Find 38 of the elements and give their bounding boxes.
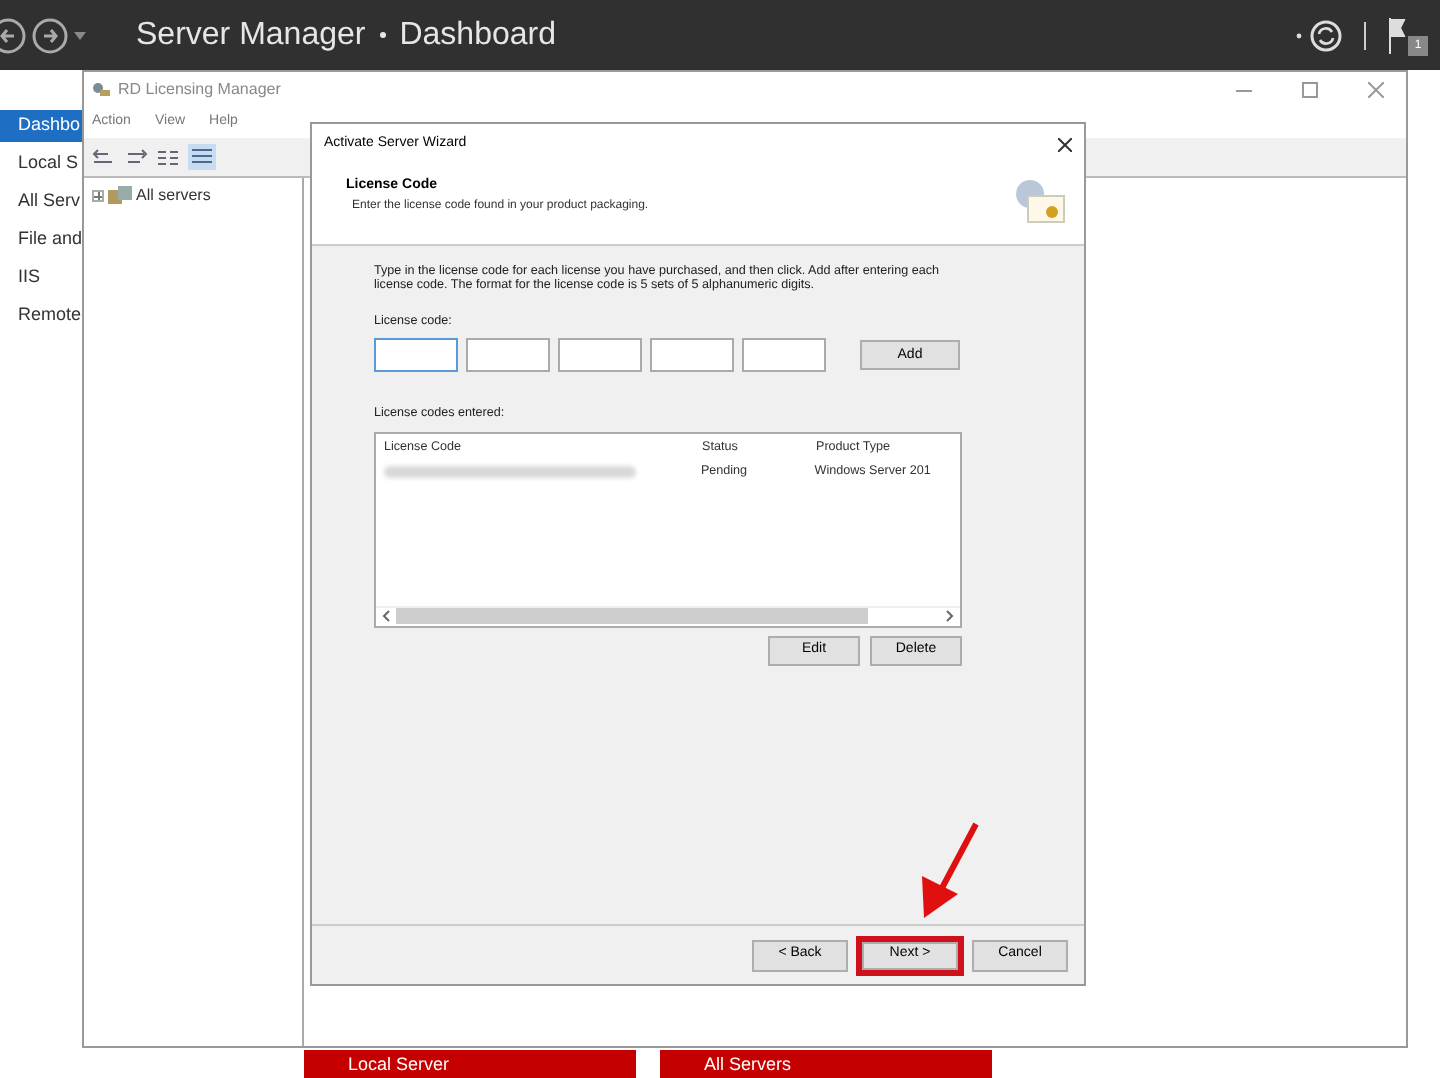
window-title: Server Manager [136, 15, 366, 55]
servers-icon [108, 186, 132, 206]
forward-icon[interactable] [124, 147, 148, 167]
key-icon [92, 81, 112, 99]
code-field[interactable] [374, 338, 458, 373]
tree-item[interactable]: All servers [92, 184, 302, 208]
list-icon[interactable] [156, 147, 180, 167]
summary-tile[interactable]: Local Server [304, 1050, 636, 1078]
details-icon[interactable] [188, 144, 216, 170]
scroll-left-icon[interactable] [382, 610, 390, 623]
horizontal-scrollbar[interactable] [376, 605, 960, 626]
breadcrumb-separator-icon [379, 32, 386, 38]
sidebar-item[interactable]: Dashbo [0, 110, 84, 142]
sidebar-item[interactable]: File and [0, 224, 84, 256]
sidebar-item[interactable]: Remote [0, 300, 84, 332]
forward-icon[interactable] [30, 15, 70, 55]
summary-tile[interactable]: All Servers [660, 1050, 992, 1078]
code-field[interactable] [558, 338, 642, 373]
back-icon[interactable] [0, 15, 28, 55]
sidebar-item[interactable]: All Serv [0, 186, 84, 218]
scroll-right-icon[interactable] [946, 610, 954, 623]
tree-label: All servers [136, 184, 211, 208]
back-icon[interactable] [92, 147, 116, 167]
sidebar-item[interactable]: IIS [0, 262, 84, 294]
minimize-icon[interactable] [1236, 89, 1252, 91]
code-field[interactable] [742, 338, 826, 373]
code-field[interactable] [466, 338, 550, 373]
refresh-icon[interactable] [1296, 17, 1344, 53]
window-title: RD Licensing Manager [118, 78, 281, 102]
page-title: Dashboard [399, 15, 556, 55]
close-icon[interactable] [1058, 137, 1072, 151]
code-field[interactable] [650, 338, 734, 373]
dropdown-icon[interactable] [74, 31, 86, 39]
arrow-annotation [916, 822, 980, 920]
sidebar-item[interactable]: Local S [0, 148, 84, 180]
expander-icon[interactable] [92, 190, 104, 202]
scrollbar-thumb[interactable] [396, 608, 868, 625]
maximize-icon[interactable] [1302, 82, 1318, 98]
